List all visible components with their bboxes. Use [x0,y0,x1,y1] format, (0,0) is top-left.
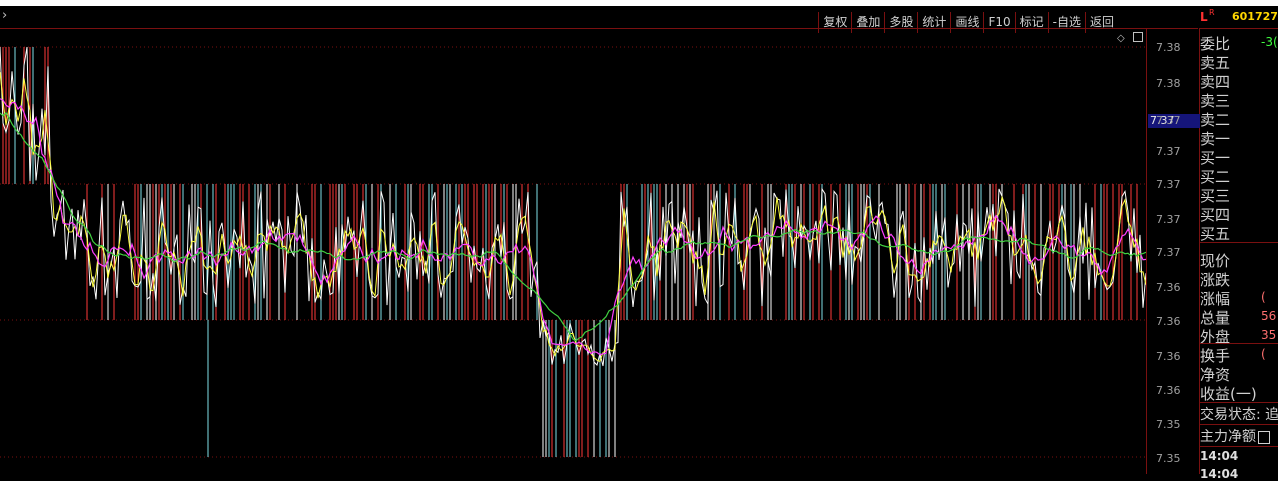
price-tick-label: 7.35 [1156,452,1181,465]
price-axis: 7.37 7.38 7.38 7.37 7.37 7.37 7.37 7.37 7.36 7.3… [1146,28,1200,474]
price-tick-label: 7.37 [1156,145,1181,158]
tick-chart-svg [0,46,1147,458]
tick-time: 14:04 [1200,467,1239,481]
chevron-right-icon[interactable]: › [2,8,7,23]
quote-label: 卖三 [1200,92,1231,110]
quote-value: -3( [1261,35,1278,49]
quote-label: 净资 [1200,366,1231,384]
quote-value: ( [1261,347,1266,361]
quote-label: 委比 [1200,35,1231,53]
divider [1199,424,1278,425]
price-tick-label: 7.36 [1156,315,1181,328]
ma-short-line [0,98,1147,356]
quote-label: 收益(一) [1200,385,1257,403]
quote-label: 卖二 [1200,111,1231,129]
divider [1199,402,1278,403]
divider [1199,242,1278,243]
diamond-icon[interactable]: ◇ [1117,33,1125,44]
price-tick-label: 7.37 [1156,213,1181,226]
divider [1199,343,1278,344]
quote-label: 买二 [1200,168,1231,186]
table-icon[interactable] [1258,430,1270,444]
quote-value: 35 [1261,328,1277,342]
quote-label: 涨跌 [1200,271,1231,289]
main-net-amount: 主力净额 [1200,426,1270,446]
quote-label: 总量 [1200,309,1231,327]
quote-label: 现价 [1200,252,1231,270]
quote-header: L R 601727 [1199,6,1278,29]
price-line [0,46,1147,367]
price-tick-label: 7.36 [1156,350,1181,363]
quote-label: 买一 [1200,149,1231,167]
average-line [0,72,1147,363]
price-tick-label: 7.37 [1156,114,1181,127]
market-flag: L [1200,10,1208,24]
quote-value: 56 [1261,309,1277,323]
quote-value: ( [1261,290,1266,304]
window-icon[interactable] [1133,32,1143,42]
tick-chart[interactable]: ◇ [0,28,1147,474]
quote-label: 买三 [1200,187,1231,205]
price-tick-label: 7.37 [1156,178,1181,191]
quote-panel: L R 601727 委比 -3( 卖五 卖四 卖三 卖二 卖一 买一 买二 买三 买四 买五现价 涨跌… [1199,6,1278,481]
quote-label: 换手 [1200,347,1231,365]
price-tick-label: 7.38 [1156,41,1181,54]
trade-status: 交易状态: 追 [1200,407,1278,423]
price-tick-label: 7.36 [1156,281,1181,294]
ma-long-line [0,111,1147,342]
quote-label: 买四 [1200,206,1231,224]
quote-label: 卖五 [1200,54,1231,72]
superscript-flag: R [1209,8,1215,17]
chart-toolbar: › 复权 叠加 多股 统计 画线 F10 标记 -自选 返回 [0,6,1198,33]
stock-code[interactable]: 601727 [1232,10,1278,23]
divider [1199,446,1278,447]
price-tick-label: 7.38 [1156,77,1181,90]
price-tick-label: 7.37 [1156,246,1181,259]
quote-label: 卖一 [1200,130,1231,148]
price-tick-label: 7.36 [1156,384,1181,397]
quote-label: 涨幅 [1200,290,1231,308]
tick-time: 14:04 [1200,449,1239,463]
main-net-label: 主力净额 [1200,429,1256,445]
quote-label: 卖四 [1200,73,1231,91]
quote-label: 买五 [1200,225,1231,243]
price-tick-label: 7.35 [1156,418,1181,431]
